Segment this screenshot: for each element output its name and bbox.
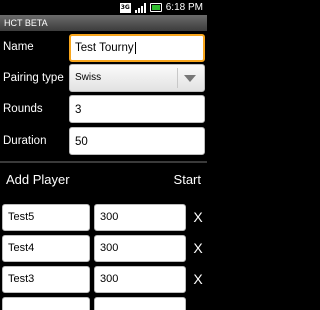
duration-row: Duration 50 xyxy=(0,127,207,157)
player-name-input[interactable]: Test5 xyxy=(2,204,90,231)
remove-player-button[interactable]: X xyxy=(192,271,204,287)
remove-player-button[interactable]: X xyxy=(192,240,204,256)
pairing-type-select[interactable]: Swiss xyxy=(69,64,205,92)
status-time: 6:18 PM xyxy=(165,2,203,13)
name-label: Name xyxy=(3,41,34,53)
rounds-input[interactable]: 3 xyxy=(69,95,205,123)
name-input[interactable]: Test Tourny xyxy=(69,34,205,62)
player-rating-input[interactable]: 300 xyxy=(94,235,186,262)
battery-icon xyxy=(149,3,162,12)
pairing-type-value: Swiss xyxy=(75,72,102,83)
player-name-input[interactable] xyxy=(2,297,90,310)
status-bar: 3G 6:18 PM xyxy=(0,0,207,15)
pairing-type-label: Pairing type xyxy=(3,72,64,84)
add-player-button[interactable]: Add Player xyxy=(6,172,70,187)
player-row: Test5 300 X xyxy=(0,204,207,234)
rounds-row: Rounds 3 xyxy=(0,95,207,125)
player-rating-input[interactable]: 300 xyxy=(94,266,186,293)
player-rating-input[interactable]: 300 xyxy=(94,204,186,231)
sim-3g-icon: 3G xyxy=(119,2,131,13)
name-input-value: Test Tourny xyxy=(75,42,134,54)
rounds-label: Rounds xyxy=(3,103,43,115)
pairing-row: Pairing type Swiss xyxy=(0,64,207,94)
duration-input[interactable]: 50 xyxy=(69,127,205,155)
remove-player-button[interactable]: X xyxy=(192,209,204,225)
player-row: Test4 300 X xyxy=(0,235,207,265)
start-button[interactable]: Start xyxy=(174,172,201,187)
player-rating-input[interactable] xyxy=(94,297,186,310)
player-row-partial xyxy=(0,297,207,310)
player-name-input[interactable]: Test4 xyxy=(2,235,90,262)
duration-label: Duration xyxy=(3,135,47,147)
signal-strength-icon xyxy=(134,2,146,13)
text-cursor xyxy=(134,41,136,54)
spinner-divider xyxy=(177,68,178,88)
players-header: Add Player Start xyxy=(0,166,207,196)
name-row: Name Test Tourny xyxy=(0,34,207,64)
app-title: HCT BETA xyxy=(0,15,207,31)
player-name-input[interactable]: Test3 xyxy=(2,266,90,293)
section-divider xyxy=(0,161,207,163)
player-row: Test3 300 X xyxy=(0,266,207,296)
dropdown-arrow-icon[interactable] xyxy=(184,75,196,82)
